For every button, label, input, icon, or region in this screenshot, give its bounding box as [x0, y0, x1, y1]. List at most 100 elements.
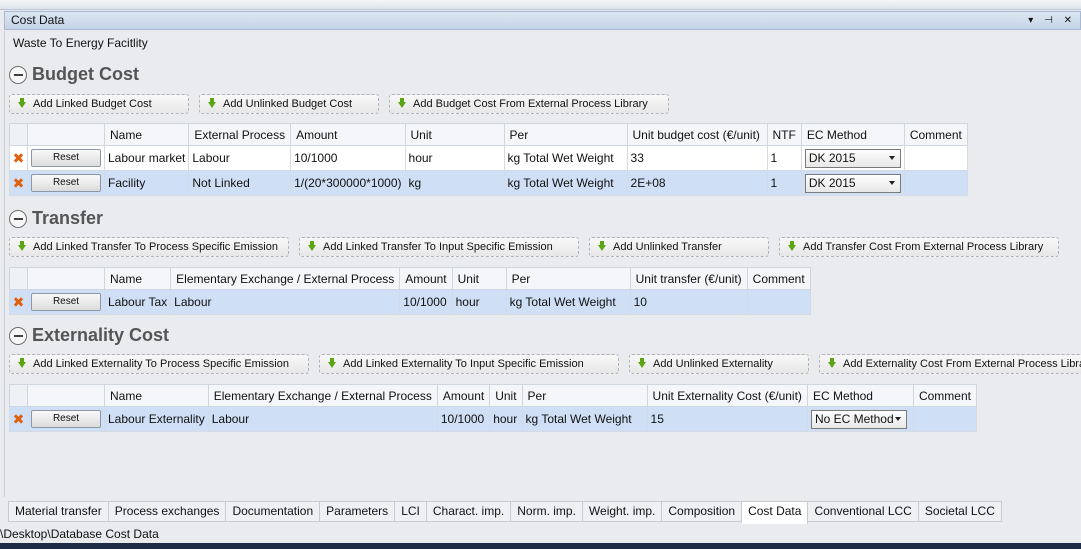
ec-method-select[interactable]: DK 2015: [804, 173, 901, 193]
collapse-icon[interactable]: [9, 209, 27, 228]
tab-composition[interactable]: Composition: [662, 501, 743, 522]
column-header[interactable]: Amount: [290, 123, 406, 146]
column-header[interactable]: Unit transfer (€/unit): [629, 267, 748, 290]
ec-method-select[interactable]: DK 2015: [804, 148, 901, 168]
comment-cell[interactable]: [903, 145, 968, 171]
column-header[interactable]: EC Method: [806, 384, 914, 407]
unit-cost-cell[interactable]: 2E+08: [626, 170, 768, 196]
external-process-cell[interactable]: Not Linked: [188, 170, 292, 196]
column-header[interactable]: Name: [103, 267, 172, 290]
amount-cell[interactable]: 1/(20*300000*1000): [290, 170, 406, 196]
column-header[interactable]: Elementary Exchange / External Process: [170, 267, 401, 290]
tab-process-exchanges[interactable]: Process exchanges: [108, 501, 227, 522]
dropdown-icon[interactable]: ▾: [1028, 15, 1037, 26]
column-header[interactable]: Amount: [436, 384, 491, 407]
delete-row-cell[interactable]: ✖: [9, 289, 28, 315]
name-cell[interactable]: Facility: [103, 170, 190, 196]
tab-cost-data[interactable]: Cost Data: [742, 501, 809, 524]
amount-cell[interactable]: 10/1000: [436, 406, 491, 432]
tab-charact-imp[interactable]: Charact. imp.: [426, 501, 512, 522]
column-header[interactable]: Comment: [903, 123, 968, 146]
add-linked-transfer-process-button[interactable]: Add Linked Transfer To Process Specific …: [9, 237, 289, 257]
external-process-cell[interactable]: Labour: [188, 145, 292, 171]
column-header[interactable]: Per: [503, 123, 628, 146]
budget-section-header[interactable]: Budget Cost: [9, 64, 139, 85]
column-header[interactable]: NTF: [766, 123, 802, 146]
delete-icon[interactable]: ✖: [13, 150, 25, 166]
column-header[interactable]: Per: [505, 267, 631, 290]
tab-norm-imp[interactable]: Norm. imp.: [511, 501, 583, 522]
column-header[interactable]: Elementary Exchange / External Process: [207, 384, 438, 407]
tab-parameters[interactable]: Parameters: [320, 501, 396, 522]
collapse-icon[interactable]: [9, 326, 27, 345]
add-linked-transfer-input-button[interactable]: Add Linked Transfer To Input Specific Em…: [299, 237, 579, 257]
add-linked-externality-input-button[interactable]: Add Linked Externality To Input Specific…: [319, 354, 619, 374]
unit-cost-cell[interactable]: 10: [629, 289, 748, 315]
add-unlinked-externality-button[interactable]: Add Unlinked Externality: [629, 354, 809, 374]
column-header[interactable]: Unit budget cost (€/unit): [626, 123, 768, 146]
column-header[interactable]: EC Method: [800, 123, 905, 146]
delete-row-cell[interactable]: ✖: [9, 406, 28, 432]
name-cell[interactable]: Labour Externality: [104, 406, 209, 432]
per-cell[interactable]: kg Total Wet Weight: [521, 406, 648, 432]
close-icon[interactable]: ✕: [1064, 15, 1076, 26]
delete-icon[interactable]: ✖: [13, 175, 25, 191]
column-header[interactable]: Per: [521, 384, 648, 407]
ec-method-select[interactable]: No EC Method: [810, 409, 907, 429]
column-header[interactable]: Comment: [746, 267, 811, 290]
add-unlinked-transfer-button[interactable]: Add Unlinked Transfer: [589, 237, 769, 257]
add-linked-externality-process-button[interactable]: Add Linked Externality To Process Specif…: [9, 354, 309, 374]
unit-cost-cell[interactable]: 33: [626, 145, 768, 171]
per-cell[interactable]: kg Total Wet Weight: [505, 289, 631, 315]
unit-cell[interactable]: kg: [404, 170, 505, 196]
add-linked-budget-cost-button[interactable]: Add Linked Budget Cost: [9, 94, 189, 114]
collapse-icon[interactable]: [9, 65, 27, 84]
reset-button[interactable]: Reset: [31, 410, 101, 428]
externality-section-header[interactable]: Externality Cost: [9, 325, 169, 346]
delete-row-cell[interactable]: ✖: [9, 170, 28, 196]
add-unlinked-budget-cost-button[interactable]: Add Unlinked Budget Cost: [199, 94, 379, 114]
column-header[interactable]: Unit: [451, 267, 507, 290]
unit-cell[interactable]: hour: [489, 406, 523, 432]
column-header[interactable]: Amount: [399, 267, 453, 290]
reset-button[interactable]: Reset: [31, 293, 101, 311]
comment-cell[interactable]: [746, 289, 811, 315]
table-row[interactable]: ✖ Reset Labour Externality Labour 10/100…: [9, 406, 977, 432]
delete-icon[interactable]: ✖: [13, 294, 25, 310]
ntf-cell[interactable]: 1: [766, 145, 802, 171]
panel-controls[interactable]: ▾ ⊣ ✕: [1028, 12, 1076, 29]
comment-cell[interactable]: [912, 406, 977, 432]
table-row[interactable]: ✖ Reset Facility Not Linked 1/(20*300000…: [9, 170, 968, 196]
column-header[interactable]: Name: [103, 123, 190, 146]
amount-cell[interactable]: 10/1000: [290, 145, 406, 171]
unit-cost-cell[interactable]: 15: [646, 406, 808, 432]
tab-material-transfer[interactable]: Material transfer: [8, 501, 109, 522]
tab-lci[interactable]: LCI: [395, 501, 427, 522]
tab-documentation[interactable]: Documentation: [226, 501, 321, 522]
tab-societal-lcc[interactable]: Societal LCC: [918, 501, 1002, 522]
name-cell[interactable]: Labour market: [103, 145, 190, 171]
table-row[interactable]: ✖ Reset Labour market Labour 10/1000 hou…: [9, 145, 968, 171]
table-row[interactable]: ✖ Reset Labour Tax Labour 10/1000 hour k…: [9, 289, 811, 315]
amount-cell[interactable]: 10/1000: [399, 289, 453, 315]
external-process-cell[interactable]: Labour: [170, 289, 401, 315]
column-header[interactable]: Comment: [912, 384, 977, 407]
delete-icon[interactable]: ✖: [13, 411, 25, 427]
unit-cell[interactable]: hour: [404, 145, 505, 171]
reset-button[interactable]: Reset: [31, 149, 101, 167]
comment-cell[interactable]: [903, 170, 968, 196]
add-budget-cost-external-button[interactable]: Add Budget Cost From External Process Li…: [389, 94, 669, 114]
reset-button[interactable]: Reset: [31, 174, 101, 192]
external-process-cell[interactable]: Labour: [207, 406, 438, 432]
per-cell[interactable]: kg Total Wet Weight: [503, 170, 628, 196]
delete-row-cell[interactable]: ✖: [9, 145, 28, 171]
add-transfer-cost-external-button[interactable]: Add Transfer Cost From External Process …: [779, 237, 1059, 257]
unit-cell[interactable]: hour: [451, 289, 507, 315]
tab-weight-imp[interactable]: Weight. imp.: [582, 501, 663, 522]
ntf-cell[interactable]: 1: [766, 170, 802, 196]
column-header[interactable]: Name: [104, 384, 209, 407]
column-header[interactable]: External Process: [188, 123, 292, 146]
transfer-section-header[interactable]: Transfer: [9, 208, 103, 229]
tab-conventional-lcc[interactable]: Conventional LCC: [808, 501, 919, 522]
add-externality-cost-external-button[interactable]: Add Externality Cost From External Proce…: [819, 354, 1081, 374]
